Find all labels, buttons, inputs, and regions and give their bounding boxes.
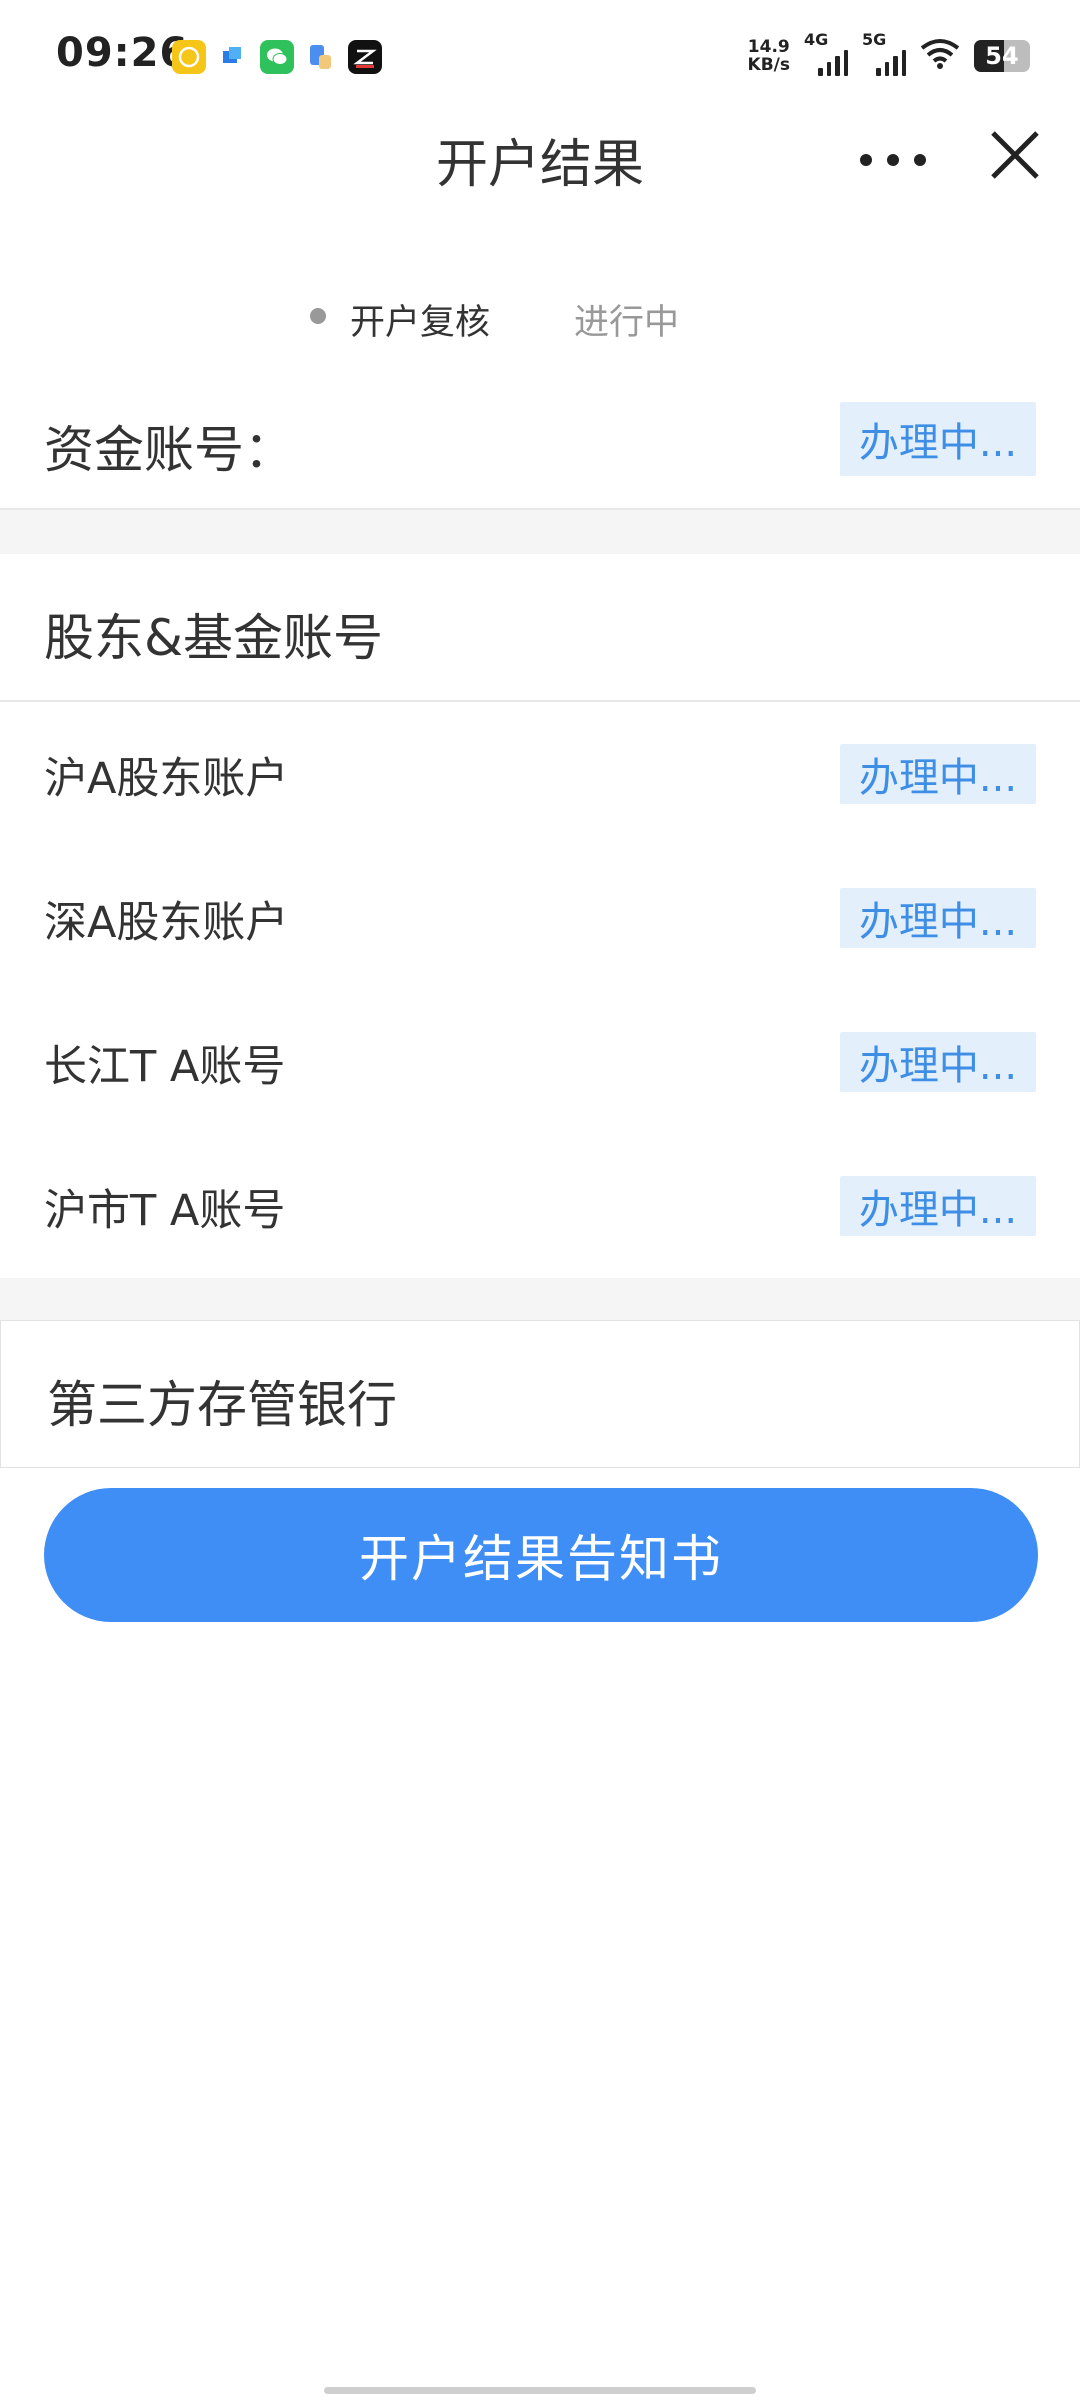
more-button[interactable] <box>860 140 926 180</box>
section-gap <box>0 510 1080 554</box>
status-badge: 办理中... <box>840 402 1036 476</box>
status-badge: 办理中... <box>840 1176 1036 1236</box>
custodian-bank-section: 第三方存管银行 <box>0 1320 1080 1468</box>
section-title: 第三方存管银行 <box>47 1376 397 1434</box>
close-button[interactable] <box>985 125 1045 185</box>
network-speed: 14.9 KB/s <box>748 38 790 74</box>
more-dot-icon <box>860 154 872 166</box>
more-dot-icon <box>914 154 926 166</box>
wifi-icon <box>920 38 960 74</box>
network-speed-unit: KB/s <box>747 55 790 75</box>
account-result-notice-button[interactable]: 开户结果告知书 <box>44 1488 1038 1622</box>
capcut-icon <box>348 40 382 74</box>
signal-5g-label: 5G <box>862 30 887 49</box>
progress-status-label: 进行中 <box>574 303 680 343</box>
account-list-item: 沪A股东账户 办理中... <box>0 702 1080 846</box>
account-label: 沪A股东账户 <box>44 754 289 804</box>
battery-level: 54 <box>985 42 1019 70</box>
app-notification-icon-blue <box>216 40 250 74</box>
battery-icon: 54 <box>974 40 1030 72</box>
home-indicator[interactable] <box>324 2387 756 2394</box>
shareholder-section-header: 股东&基金账号 <box>0 554 1080 700</box>
status-indicators: 14.9 KB/s 4G 5G 54 <box>748 30 1030 76</box>
close-icon <box>991 131 1039 179</box>
account-label: 深A股东账户 <box>44 898 289 948</box>
section-title: 股东&基金账号 <box>44 609 383 667</box>
progress-step-label: 开户复核 <box>350 303 491 343</box>
fund-account-label: 资金账号： <box>44 421 294 479</box>
more-dot-icon <box>887 154 899 166</box>
progress-indicator: 开户复核 进行中 <box>0 290 1080 350</box>
account-label: 长江T A账号 <box>44 1042 286 1092</box>
section-gap <box>0 1278 1080 1320</box>
wechat-icon <box>260 40 294 74</box>
status-bar: 09:26 14.9 KB/s 4G 5G 54 <box>0 0 1080 110</box>
app-notification-icon-files <box>304 40 338 74</box>
nav-bar: 开户结果 <box>0 110 1080 200</box>
app-notification-icon-yellow <box>172 40 206 74</box>
notification-icons <box>172 40 382 74</box>
status-time: 09:26 <box>56 30 189 76</box>
status-badge: 办理中... <box>840 1032 1036 1092</box>
network-speed-value: 14.9 <box>747 37 790 57</box>
fund-account-row: 资金账号： 办理中... <box>0 380 1080 508</box>
account-label: 沪市T A账号 <box>44 1186 286 1236</box>
signal-4g-label: 4G <box>804 30 829 49</box>
status-badge: 办理中... <box>840 888 1036 948</box>
status-badge: 办理中... <box>840 744 1036 804</box>
account-list-item: 沪市T A账号 办理中... <box>0 1134 1080 1278</box>
signal-4g-icon: 4G <box>804 30 848 76</box>
signal-5g-icon: 5G <box>862 30 906 76</box>
account-list-item: 长江T A账号 办理中... <box>0 990 1080 1134</box>
account-list-item: 深A股东账户 办理中... <box>0 846 1080 990</box>
progress-dot-icon <box>310 308 326 324</box>
